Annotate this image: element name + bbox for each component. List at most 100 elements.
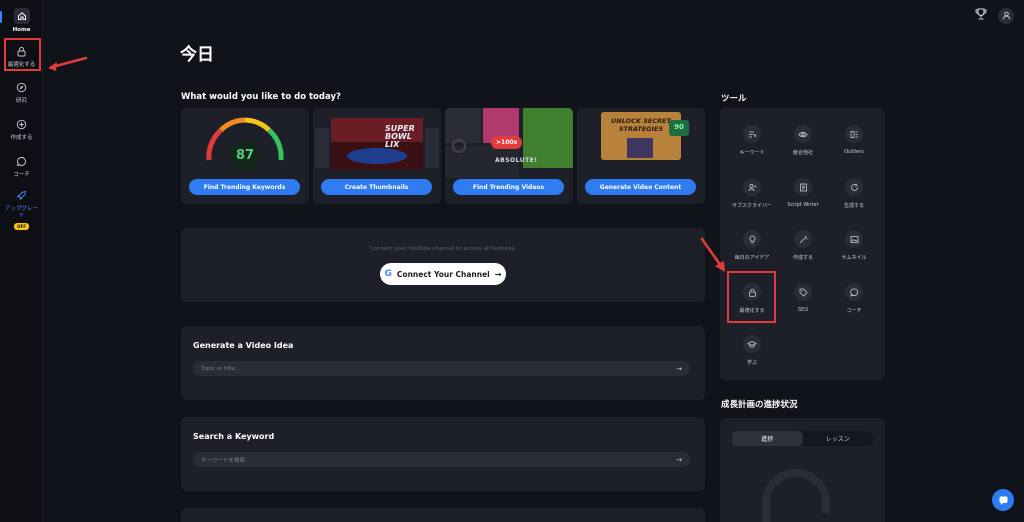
chat-icon — [14, 153, 30, 169]
card-create-thumbnails[interactable]: SUPER BOWL LIX Create Thumbnails — [313, 108, 441, 204]
tab-progress[interactable]: 進捗 — [732, 431, 803, 446]
tool-label: キーワード — [739, 150, 765, 156]
content-title-text: UNLOCK SECRET STRATEGIES — [611, 117, 671, 133]
tool-label: 生成する — [843, 203, 864, 209]
keyword-search-input[interactable]: キーワードを検索 → — [193, 452, 690, 467]
tool-generate[interactable]: 生成する — [828, 178, 880, 209]
tool-outliers[interactable]: Outliers — [828, 125, 880, 155]
connect-channel-button[interactable]: G Connect Your Channel → — [380, 263, 506, 285]
tool-label: SEO — [797, 307, 809, 313]
tools-heading: ツール — [721, 94, 747, 104]
tool-competitors[interactable]: 競合他社 — [777, 125, 829, 156]
refresh-icon — [845, 178, 863, 196]
tab-lessons[interactable]: レッスン — [803, 431, 874, 446]
tool-label: コーチ — [846, 308, 862, 314]
tool-daily-ideas[interactable]: 毎日のアイデア — [726, 230, 778, 261]
connect-channel-label: Connect Your Channel — [396, 269, 490, 279]
tool-coach[interactable]: コーチ — [828, 283, 880, 314]
annotation-arrow — [48, 56, 88, 71]
tool-label: 毎日のアイデア — [734, 255, 770, 261]
tool-label: サムネイル — [841, 255, 867, 261]
sidebar-item-label: コーチ — [13, 172, 30, 178]
video-overlay-text: ABSOLUTE! — [495, 157, 538, 164]
sidebar-item-label: 作成する — [10, 135, 33, 141]
tool-script-writer[interactable]: Script Writer — [777, 178, 829, 208]
tool-seo[interactable]: SEO — [777, 283, 829, 313]
tool-label: Script Writer — [787, 202, 819, 208]
progress-tabs: 進捗 レッスン — [732, 431, 873, 446]
annotation-arrow — [700, 237, 725, 272]
progress-panel: 進捗 レッスン — [720, 418, 885, 522]
tool-subscribers[interactable]: サブスクライバー — [726, 178, 778, 209]
content-score: 90 — [674, 123, 684, 131]
thumbnail-preview-image — [313, 108, 441, 178]
progress-heading: 成長計画の進捗状況 — [721, 400, 798, 410]
plus-circle-icon — [14, 116, 30, 132]
annotation-highlight-box — [4, 38, 41, 71]
keyword-score: 87 — [235, 148, 255, 163]
chat-icon — [999, 496, 1007, 505]
home-icon — [13, 8, 30, 24]
sidebar-item-label: Home — [12, 27, 31, 33]
create-thumbnails-button[interactable]: Create Thumbnails — [321, 179, 432, 195]
tools-panel: キーワード 競合他社 Outliers サブスクライバー Script Writ… — [720, 108, 885, 380]
eye-icon — [794, 125, 812, 143]
card-trending-videos[interactable]: >100x ABSOLUTE! Find Trending Videos — [445, 108, 573, 204]
find-trending-keywords-button[interactable]: Find Trending Keywords — [189, 179, 300, 195]
user-icon[interactable] — [998, 7, 1014, 24]
lightbulb-icon — [743, 230, 761, 248]
next-panel — [181, 508, 705, 522]
subscribers-icon — [743, 178, 761, 196]
connect-channel-panel: Connect your YouTube channel to access a… — [181, 228, 705, 302]
keyword-search-panel: Search a Keyword キーワードを検索 → — [181, 417, 705, 491]
tool-learn[interactable]: 学ぶ — [726, 335, 778, 366]
keyword-search-placeholder: キーワードを検索 — [201, 457, 246, 464]
today-heading: What would you like to do today? — [181, 92, 341, 102]
google-icon: G — [384, 269, 392, 279]
compass-icon — [14, 79, 30, 95]
video-idea-input[interactable]: Topic or title... → — [193, 361, 690, 376]
keyword-search-title: Search a Keyword — [193, 432, 275, 441]
rocket-icon — [14, 187, 30, 203]
tool-label: サブスクライバー — [732, 203, 772, 209]
feature-cards: 87 Find Trending Keywords SUPER BOWL LIX… — [181, 108, 705, 204]
growth-badge: >100x — [491, 136, 523, 149]
image-icon — [845, 230, 863, 248]
off-badge: OFF — [14, 223, 29, 230]
sidebar-item-research[interactable]: 研究 — [0, 79, 43, 105]
tool-label: 学ぶ — [746, 360, 757, 366]
sidebar-item-label: アップグレード — [4, 206, 38, 219]
page-title: 今日 — [180, 45, 214, 65]
submit-arrow-icon[interactable]: → — [676, 456, 682, 464]
script-icon — [794, 178, 812, 196]
arrow-right-icon: → — [494, 269, 502, 279]
support-chat-button[interactable] — [992, 489, 1014, 511]
keyword-gauge-image — [181, 108, 309, 178]
connect-description: Connect your YouTube channel to access a… — [369, 246, 517, 252]
sidebar-item-create[interactable]: 作成する — [0, 116, 43, 142]
keyword-list-icon — [743, 125, 761, 143]
graduation-cap-icon — [743, 335, 761, 353]
find-trending-videos-button[interactable]: Find Trending Videos — [453, 179, 564, 195]
tool-label: Outliers — [844, 149, 864, 155]
tag-icon — [794, 283, 812, 301]
progress-ring — [762, 469, 830, 522]
trophy-icon[interactable] — [974, 6, 988, 25]
card-trending-keywords[interactable]: 87 Find Trending Keywords — [181, 108, 309, 204]
card-generate-video-content[interactable]: UNLOCK SECRET STRATEGIES 90 Generate Vid… — [577, 108, 705, 204]
video-idea-panel: Generate a Video Idea Topic or title... … — [181, 326, 705, 400]
chat-icon — [845, 283, 863, 301]
outliers-icon — [845, 125, 863, 143]
sidebar-item-coach[interactable]: コーチ — [0, 153, 43, 179]
tool-keywords[interactable]: キーワード — [726, 125, 778, 156]
tool-thumbnails[interactable]: サムネイル — [828, 230, 880, 261]
video-idea-placeholder: Topic or title... — [201, 365, 240, 372]
generate-video-content-button[interactable]: Generate Video Content — [585, 179, 696, 195]
annotation-highlight-box — [727, 271, 776, 323]
tool-create[interactable]: 作成する — [777, 230, 829, 261]
sidebar-item-upgrade[interactable]: アップグレード OFF — [0, 187, 43, 230]
thumbnail-title-text: SUPER BOWL LIX — [385, 124, 415, 149]
sidebar-item-home[interactable]: Home — [0, 8, 43, 34]
tool-label: 作成する — [792, 255, 813, 261]
submit-arrow-icon[interactable]: → — [676, 365, 682, 373]
